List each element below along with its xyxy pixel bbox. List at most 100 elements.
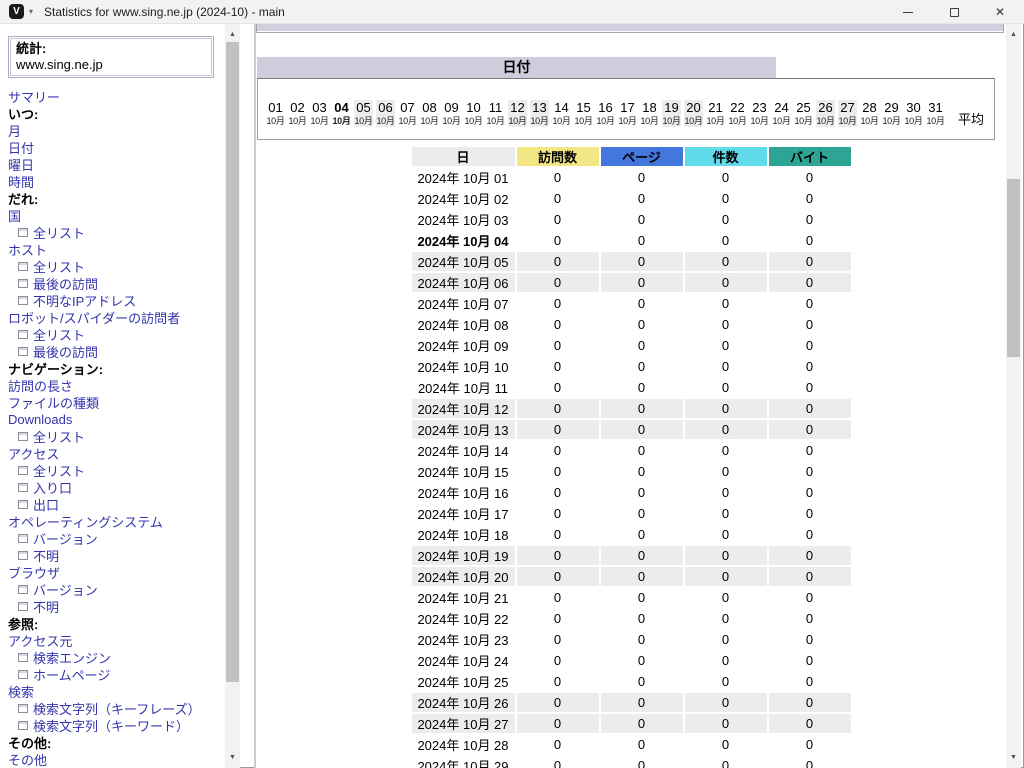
date-cell: 2024年 10月 05 [412, 252, 515, 271]
value-cell: 0 [601, 210, 683, 229]
table-row: 2024年 10月 100000 [412, 357, 851, 376]
menu-link[interactable]: 全リスト [8, 428, 225, 445]
menu-link[interactable]: 時間 [8, 173, 225, 190]
menu-link[interactable]: 不明なIPアドレス [8, 292, 225, 309]
menu-link[interactable]: 日付 [8, 139, 225, 156]
day-strip-box: 0110月0210月0310月0410月0510月0610月0710月0810月… [257, 78, 995, 140]
menu-section-header: だれ: [8, 190, 225, 207]
menu-link[interactable]: 全リスト [8, 224, 225, 241]
date-cell: 2024年 10月 02 [412, 189, 515, 208]
value-cell: 0 [685, 588, 767, 607]
menu-link[interactable]: ブラウザ [8, 564, 225, 581]
scrollbar-thumb[interactable] [1007, 179, 1020, 357]
value-cell: 0 [517, 630, 599, 649]
date-cell: 2024年 10月 24 [412, 651, 515, 670]
table-row: 2024年 10月 110000 [412, 378, 851, 397]
value-cell: 0 [769, 693, 851, 712]
value-cell: 0 [769, 168, 851, 187]
date-cell: 2024年 10月 22 [412, 609, 515, 628]
table-row: 2024年 10月 010000 [412, 168, 851, 187]
day-cell: 0110月 [266, 100, 285, 127]
menu-link[interactable]: バージョン [8, 530, 225, 547]
value-cell: 0 [601, 441, 683, 460]
menu-link[interactable]: バージョン [8, 581, 225, 598]
menu-link[interactable]: オペレーティングシステム [8, 513, 225, 530]
menu-link[interactable]: 訪問の長さ [8, 377, 225, 394]
menu-link[interactable]: 検索 [8, 683, 225, 700]
table-row: 2024年 10月 060000 [412, 273, 851, 292]
scroll-down-icon[interactable]: ▼ [225, 750, 240, 765]
list-icon [18, 483, 28, 492]
menu-section-header: 参照: [8, 615, 225, 632]
main-scrollbar[interactable]: ▲ ▼ [1006, 24, 1021, 768]
value-cell: 0 [769, 336, 851, 355]
menu-link[interactable]: ホスト [8, 241, 225, 258]
menu-link[interactable]: Downloads [8, 411, 225, 428]
date-cell: 2024年 10月 07 [412, 294, 515, 313]
menu-link[interactable]: 検索文字列（キーフレーズ） [8, 700, 225, 717]
value-cell: 0 [601, 462, 683, 481]
menu-link[interactable]: 月 [8, 122, 225, 139]
menu-link[interactable]: ロボット/スパイダーの訪問者 [8, 309, 225, 326]
date-cell: 2024年 10月 18 [412, 525, 515, 544]
minimize-button[interactable] [885, 0, 931, 24]
scroll-up-icon[interactable]: ▲ [1006, 27, 1021, 42]
value-cell: 0 [517, 756, 599, 768]
value-cell: 0 [601, 357, 683, 376]
value-cell: 0 [685, 294, 767, 313]
value-cell: 0 [601, 420, 683, 439]
menu-link[interactable]: 検索文字列（キーワード） [8, 717, 225, 734]
menu-link[interactable]: 最後の訪問 [8, 343, 225, 360]
date-cell: 2024年 10月 15 [412, 462, 515, 481]
menu-link[interactable]: 国 [8, 207, 225, 224]
menu-link[interactable]: 不明 [8, 598, 225, 615]
date-cell: 2024年 10月 12 [412, 399, 515, 418]
value-cell: 0 [685, 420, 767, 439]
value-cell: 0 [769, 483, 851, 502]
value-cell: 0 [685, 693, 767, 712]
menu-link[interactable]: ホームページ [8, 666, 225, 683]
sidebar: 統計: www.sing.ne.jp サマリーいつ:月日付曜日時間だれ:国全リス… [0, 24, 225, 768]
scroll-up-icon[interactable]: ▲ [225, 27, 240, 42]
vivaldi-menu-icon[interactable]: V [9, 4, 24, 19]
value-cell: 0 [517, 483, 599, 502]
table-row: 2024年 10月 240000 [412, 651, 851, 670]
column-header: 件数 [685, 147, 767, 166]
sidebar-scrollbar[interactable]: ▲ ▼ [225, 24, 240, 768]
date-cell: 2024年 10月 06 [412, 273, 515, 292]
table-row: 2024年 10月 200000 [412, 567, 851, 586]
menu-link[interactable]: 最後の訪問 [8, 275, 225, 292]
menu-link[interactable]: 全リスト [8, 462, 225, 479]
menu-link[interactable]: アクセス元 [8, 632, 225, 649]
menu-link[interactable]: その他 [8, 751, 225, 768]
scrollbar-thumb[interactable] [226, 42, 239, 682]
value-cell: 0 [769, 315, 851, 334]
value-cell: 0 [685, 483, 767, 502]
date-cell: 2024年 10月 23 [412, 630, 515, 649]
menu-link[interactable]: 入り口 [8, 479, 225, 496]
table-row: 2024年 10月 220000 [412, 609, 851, 628]
menu-link[interactable]: サマリー [8, 88, 225, 105]
scroll-down-icon[interactable]: ▼ [1006, 750, 1021, 765]
menu-link[interactable]: 全リスト [8, 258, 225, 275]
menu-link[interactable]: 全リスト [8, 326, 225, 343]
value-cell: 0 [517, 567, 599, 586]
day-cell: 1510月 [574, 100, 593, 127]
value-cell: 0 [769, 567, 851, 586]
menu-link[interactable]: アクセス [8, 445, 225, 462]
list-icon [18, 228, 28, 237]
value-cell: 0 [601, 735, 683, 754]
value-cell: 0 [601, 252, 683, 271]
menu-link[interactable]: 出口 [8, 496, 225, 513]
column-header: 日 [412, 147, 515, 166]
value-cell: 0 [685, 462, 767, 481]
value-cell: 0 [601, 651, 683, 670]
menu-link[interactable]: ファイルの種類 [8, 394, 225, 411]
menu-link[interactable]: 不明 [8, 547, 225, 564]
maximize-button[interactable] [931, 0, 977, 24]
daily-stats-table: 日訪問数ページ件数バイト 2024年 10月 0100002024年 10月 0… [410, 145, 853, 768]
chevron-down-icon[interactable]: ▾ [29, 7, 33, 16]
menu-link[interactable]: 検索エンジン [8, 649, 225, 666]
close-button[interactable]: ✕ [977, 0, 1023, 24]
menu-link[interactable]: 曜日 [8, 156, 225, 173]
